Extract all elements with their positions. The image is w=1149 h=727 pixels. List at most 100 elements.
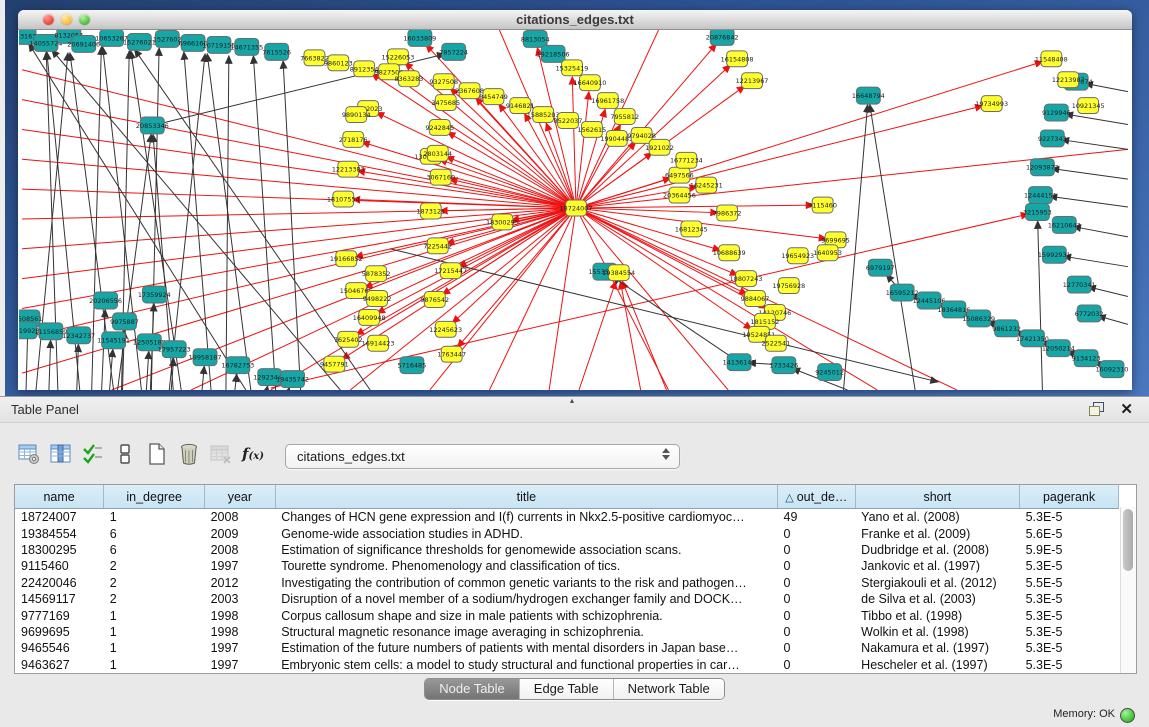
table-cell[interactable]: Structural magnetic resonance image aver… — [275, 624, 777, 640]
table-row[interactable]: 1456911722003Disruption of a novel membe… — [15, 591, 1119, 607]
edge[interactable] — [1061, 140, 1128, 150]
table-cell[interactable]: de Silva et al. (2003) — [855, 591, 1019, 607]
table-row[interactable]: 2242004622012Investigating the contribut… — [15, 575, 1119, 591]
table-cell[interactable]: 6 — [104, 525, 205, 541]
table-cell[interactable]: 1 — [104, 657, 205, 673]
table-cell[interactable]: 1997 — [205, 640, 276, 656]
table-cell[interactable]: 6 — [104, 542, 205, 558]
table-cell[interactable]: Changes of HCN gene expression and I(f) … — [275, 509, 777, 526]
table-cell[interactable]: Investigating the contribution of common… — [275, 575, 777, 591]
table-cell[interactable]: 0 — [778, 591, 856, 607]
table-cell[interactable]: Tibbo et al. (1998) — [855, 607, 1019, 623]
table-select[interactable]: citations_edges.txt — [285, 444, 680, 469]
create-table-button[interactable] — [142, 439, 172, 469]
table-cell[interactable]: 18300295 — [15, 542, 104, 558]
table-cell[interactable]: Dudbridge et al. (2008) — [855, 542, 1019, 558]
table-cell[interactable]: Nakamura et al. (1997) — [855, 640, 1019, 656]
table-cell[interactable]: 49 — [778, 509, 856, 526]
table-row[interactable]: 946554611997Estimation of the future num… — [15, 640, 1119, 656]
table-cell[interactable]: 1998 — [205, 624, 276, 640]
float-panel-button[interactable] — [1089, 402, 1105, 416]
edge[interactable] — [579, 281, 616, 390]
table-cell[interactable]: 9465546 — [15, 640, 104, 656]
table-cell[interactable]: 1998 — [205, 607, 276, 623]
table-cell[interactable]: Hescheler et al. (1997) — [855, 657, 1019, 673]
table-cell[interactable]: Jankovic et al. (1997) — [855, 558, 1019, 574]
table-cell[interactable]: Estimation of significance thresholds fo… — [275, 542, 777, 558]
table-scrollbar[interactable] — [1120, 507, 1136, 673]
table-cell[interactable]: 2003 — [205, 591, 276, 607]
table-cell[interactable]: Disruption of a novel member of a sodium… — [275, 591, 777, 607]
table-cell[interactable]: Tourette syndrome. Phenomenology and cla… — [275, 558, 777, 574]
edge[interactable] — [235, 374, 237, 390]
edge[interactable] — [612, 277, 739, 362]
edge[interactable] — [1038, 221, 1043, 390]
table-cell[interactable]: 0 — [778, 607, 856, 623]
edge[interactable] — [572, 77, 576, 208]
table-cell[interactable]: 5.3E-5 — [1020, 640, 1119, 656]
edge[interactable] — [576, 205, 814, 208]
table-row[interactable]: 1830029562008Estimation of significance … — [15, 542, 1119, 558]
edge[interactable] — [118, 134, 152, 390]
table-cell[interactable]: 1 — [104, 509, 205, 526]
edge[interactable] — [576, 92, 589, 208]
edge[interactable] — [226, 56, 229, 390]
table-cell[interactable]: 5.3E-5 — [1020, 509, 1119, 526]
table-cell[interactable]: 0 — [778, 640, 856, 656]
table-scrollbar-thumb[interactable] — [1123, 509, 1133, 571]
close-panel-button[interactable]: ✕ — [1120, 400, 1133, 418]
edge[interactable] — [253, 56, 275, 390]
table-cell[interactable]: 9115460 — [15, 558, 104, 574]
column-header-out_degree[interactable]: △out_de… — [778, 485, 856, 509]
table-cell[interactable]: 0 — [778, 542, 856, 558]
table-cell[interactable]: 2 — [104, 558, 205, 574]
network-window[interactable]: citations_edges.txt 20431634140557248132… — [18, 10, 1132, 390]
table-row[interactable]: 911546021997Tourette syndrome. Phenomeno… — [15, 558, 1119, 574]
edge[interactable] — [1063, 256, 1128, 267]
edge[interactable] — [1049, 196, 1128, 207]
table-cell[interactable]: 0 — [778, 624, 856, 640]
table-cell[interactable]: 2008 — [205, 542, 276, 558]
table-cell[interactable]: 9699695 — [15, 624, 104, 640]
edge[interactable] — [576, 106, 983, 208]
table-cell[interactable]: 9777169 — [15, 607, 104, 623]
column-header-name[interactable]: name — [15, 485, 104, 509]
table-cell[interactable]: 22420046 — [15, 575, 104, 591]
table-cell[interactable]: 0 — [778, 657, 856, 673]
edge[interactable] — [870, 104, 915, 390]
table-row[interactable]: 969969511998Structural magnetic resonanc… — [15, 624, 1119, 640]
edge[interactable] — [169, 54, 205, 390]
destroy-table-button[interactable] — [206, 439, 236, 469]
table-cell[interactable]: 5.9E-5 — [1020, 542, 1119, 558]
tab-node-table[interactable]: Node Table — [425, 679, 520, 699]
network-canvas[interactable]: 2043163414055724813205420691406106532671… — [19, 30, 1131, 390]
column-header-pagerank[interactable]: pagerank — [1020, 485, 1119, 509]
table-cell[interactable]: 0 — [778, 575, 856, 591]
edge[interactable] — [439, 159, 576, 208]
table-cell[interactable]: 2009 — [205, 525, 276, 541]
table-cell[interactable]: 2 — [104, 575, 205, 591]
table-cell[interactable]: 18724007 — [15, 509, 104, 526]
table-cell[interactable]: Corpus callosum shape and size in male p… — [275, 607, 777, 623]
table-cell[interactable]: 2 — [104, 591, 205, 607]
table-cell[interactable]: 5.3E-5 — [1020, 607, 1119, 623]
network-window-titlebar[interactable]: citations_edges.txt — [18, 10, 1132, 30]
edge[interactable] — [576, 208, 668, 390]
table-cell[interactable]: 1 — [104, 640, 205, 656]
table-cell[interactable]: Embryonic stem cells: a model to study s… — [275, 657, 777, 673]
delete-table-button[interactable] — [174, 439, 204, 469]
network-canvas-svg[interactable]: 2043163414055724813205420691406106532671… — [19, 30, 1131, 390]
column-header-in_degree[interactable]: in_degree — [104, 485, 205, 509]
table-cell[interactable]: 9463627 — [15, 657, 104, 673]
table-cell[interactable]: 1997 — [205, 558, 276, 574]
table-cell[interactable]: Wolkin et al. (1998) — [855, 624, 1019, 640]
table-cell[interactable]: 5.3E-5 — [1020, 624, 1119, 640]
table-cell[interactable]: 1 — [104, 607, 205, 623]
table-cell[interactable]: 14569117 — [15, 591, 104, 607]
table-cell[interactable]: Yano et al. (2008) — [855, 509, 1019, 526]
table-cell[interactable]: Franke et al. (2009) — [855, 525, 1019, 541]
table-row[interactable]: 1938455462009Genome-wide association stu… — [15, 525, 1119, 541]
edge[interactable] — [77, 344, 79, 390]
toggle-view-button[interactable] — [110, 439, 140, 469]
table-options-button[interactable] — [14, 439, 44, 469]
